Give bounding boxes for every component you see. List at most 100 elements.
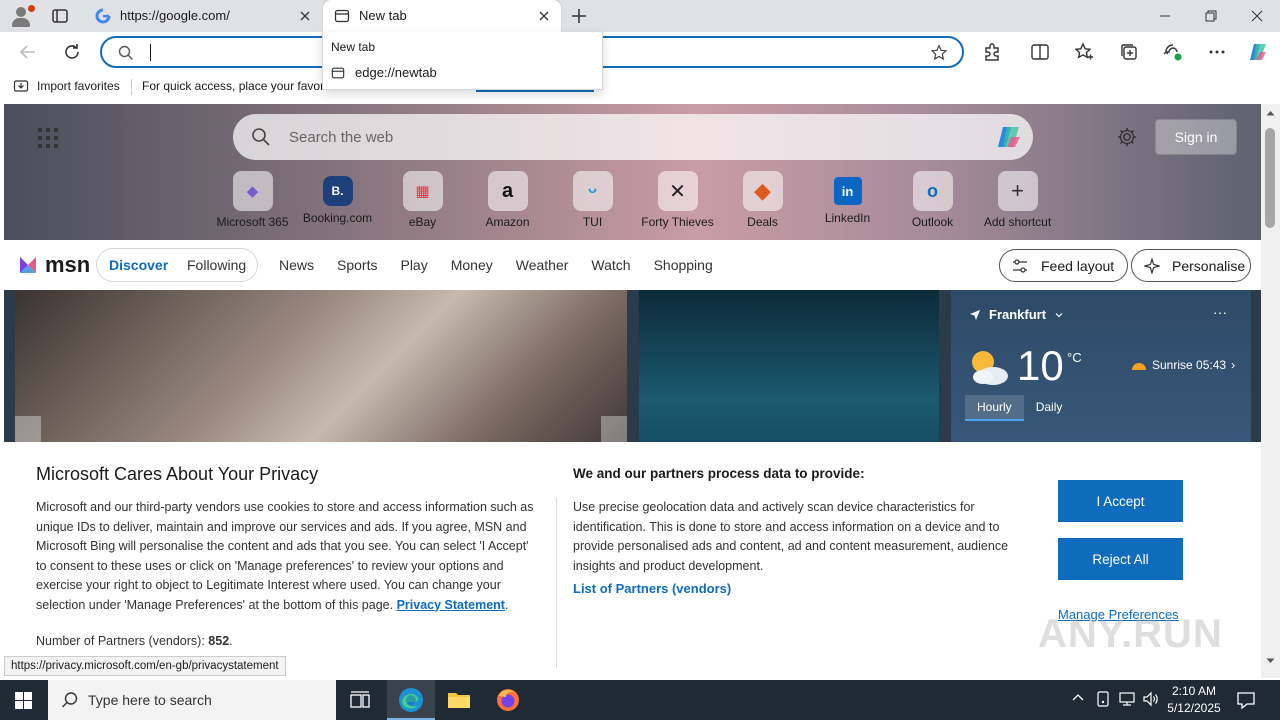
location-arrow-icon bbox=[970, 309, 980, 320]
close-window-button[interactable] bbox=[1234, 0, 1280, 32]
tui-icon: ᵕ bbox=[572, 171, 613, 211]
import-favorites-label: Import favorites bbox=[37, 79, 120, 93]
split-screen-icon[interactable] bbox=[1028, 40, 1052, 64]
sign-in-button[interactable]: Sign in bbox=[1155, 119, 1237, 155]
sunrise-icon bbox=[1132, 363, 1146, 370]
refresh-button[interactable] bbox=[60, 40, 84, 64]
shortcut-label: Microsoft 365 bbox=[216, 215, 289, 229]
network-icon[interactable] bbox=[1118, 690, 1136, 708]
collections-icon[interactable] bbox=[1117, 40, 1141, 64]
msn-nav: News Sports Play Money Weather Watch Sho… bbox=[279, 257, 713, 273]
more-options-icon[interactable]: ··· bbox=[1213, 304, 1227, 320]
tab-hourly[interactable]: Hourly bbox=[965, 395, 1024, 421]
suggestion-newtab[interactable]: edge://newtab bbox=[331, 65, 437, 80]
nav-shopping[interactable]: Shopping bbox=[654, 257, 713, 273]
nav-news[interactable]: News bbox=[279, 257, 314, 273]
system-clock[interactable]: 2:10 AM 5/12/2025 bbox=[1164, 683, 1224, 717]
shortcut-forty-thieves[interactable]: ✕ Forty Thieves bbox=[635, 171, 720, 229]
deals-icon: ◆ bbox=[742, 171, 783, 211]
taskbar-file-explorer[interactable] bbox=[435, 680, 483, 720]
scroll-up-arrow-icon[interactable] bbox=[1266, 110, 1275, 116]
search-icon bbox=[62, 692, 78, 708]
close-tab-icon[interactable] bbox=[297, 8, 313, 24]
shortcut-ebay[interactable]: ▦ eBay bbox=[380, 171, 465, 229]
status-bar-url: https://privacy.microsoft.com/en-gb/priv… bbox=[4, 656, 286, 676]
favorites-icon[interactable] bbox=[1072, 40, 1096, 64]
shortcut-label: Forty Thieves bbox=[641, 215, 714, 229]
settings-gear-icon[interactable] bbox=[1116, 126, 1138, 153]
import-favorites-button[interactable]: Import favorites bbox=[13, 78, 120, 94]
nav-watch[interactable]: Watch bbox=[591, 257, 630, 273]
shortcut-amazon[interactable]: a Amazon bbox=[465, 171, 550, 229]
shortcut-deals[interactable]: ◆ Deals bbox=[720, 171, 805, 229]
taskbar-search[interactable]: Type here to search bbox=[48, 680, 336, 720]
minimize-button[interactable] bbox=[1142, 0, 1188, 32]
web-search-box[interactable]: Search the web bbox=[233, 114, 1033, 160]
forecast-tabs: Hourly Daily bbox=[965, 395, 1074, 421]
device-icon[interactable] bbox=[1095, 690, 1111, 708]
copilot-icon[interactable] bbox=[993, 121, 1025, 153]
shortcut-microsoft-365[interactable]: ◆ Microsoft 365 bbox=[210, 171, 295, 229]
shortcut-add[interactable]: + Add shortcut bbox=[975, 171, 1060, 229]
start-button[interactable] bbox=[0, 680, 48, 720]
browser-essentials-icon[interactable] bbox=[1161, 40, 1185, 64]
close-tab-icon[interactable] bbox=[536, 8, 552, 24]
shortcut-label: Add shortcut bbox=[983, 215, 1052, 229]
weather-location[interactable]: Frankfurt bbox=[969, 307, 1064, 322]
notification-icon[interactable] bbox=[1236, 690, 1256, 710]
vertical-scrollbar[interactable] bbox=[1261, 104, 1280, 678]
shortcut-linkedin[interactable]: in LinkedIn bbox=[805, 171, 890, 229]
tab-actions-icon[interactable] bbox=[50, 6, 70, 26]
tab-new-tab[interactable]: New tab bbox=[323, 0, 561, 32]
favorites-bar: Import favorites For quick access, place… bbox=[0, 72, 1280, 100]
extensions-icon[interactable] bbox=[980, 40, 1004, 64]
tab-daily[interactable]: Daily bbox=[1024, 395, 1075, 421]
google-icon bbox=[95, 8, 111, 24]
favorite-star-icon[interactable] bbox=[930, 44, 948, 67]
volume-icon[interactable] bbox=[1142, 690, 1160, 708]
taskbar-edge[interactable] bbox=[387, 680, 435, 720]
shortcut-label: Booking.com bbox=[302, 211, 373, 225]
back-button[interactable] bbox=[16, 40, 40, 64]
page-icon bbox=[331, 67, 345, 78]
shortcut-label: Amazon bbox=[485, 215, 530, 229]
new-tab-button[interactable] bbox=[569, 6, 589, 26]
personalise-button[interactable]: Personalise bbox=[1131, 249, 1251, 282]
restore-button[interactable] bbox=[1188, 0, 1234, 32]
task-view-icon bbox=[350, 691, 370, 708]
profile-icon[interactable] bbox=[10, 5, 35, 27]
tab-following[interactable]: Following bbox=[187, 257, 246, 273]
shortcut-tui[interactable]: ᵕ TUI bbox=[550, 171, 635, 229]
feed-layout-button[interactable]: Feed layout bbox=[999, 249, 1128, 282]
msn-logo[interactable]: msn bbox=[17, 252, 90, 278]
more-menu-icon[interactable] bbox=[1205, 40, 1229, 64]
scrollbar-thumb[interactable] bbox=[1265, 128, 1275, 228]
nav-weather[interactable]: Weather bbox=[516, 257, 569, 273]
reject-all-button[interactable]: Reject All bbox=[1058, 538, 1183, 580]
sunrise-info[interactable]: Sunrise 05:43 › bbox=[1131, 358, 1235, 372]
folder-icon bbox=[448, 693, 470, 708]
shortcut-booking[interactable]: B. Booking.com bbox=[295, 171, 380, 229]
feed-toggle: Discover Following bbox=[96, 248, 258, 282]
nav-play[interactable]: Play bbox=[400, 257, 427, 273]
taskbar-firefox[interactable] bbox=[484, 680, 532, 720]
feed-layout-label: Feed layout bbox=[1041, 258, 1115, 274]
nav-sports[interactable]: Sports bbox=[337, 257, 377, 273]
accept-button[interactable]: I Accept bbox=[1058, 480, 1183, 522]
partly-cloudy-icon bbox=[972, 351, 1008, 385]
chevron-up-icon[interactable] bbox=[1070, 690, 1086, 706]
anyrun-watermark: ANY.RUN bbox=[1038, 612, 1223, 656]
scroll-down-arrow-icon[interactable] bbox=[1266, 658, 1275, 664]
shortcut-outlook[interactable]: o Outlook bbox=[890, 171, 975, 229]
list-of-partners-link[interactable]: List of Partners (vendors) bbox=[573, 581, 731, 596]
privacy-statement-link[interactable]: Privacy Statement bbox=[397, 598, 505, 612]
omnibox-dropdown: New tab edge://newtab bbox=[322, 32, 603, 90]
partners-count-row: Number of Partners (vendors): 852. bbox=[36, 634, 233, 648]
tab-google[interactable]: https://google.com/ bbox=[84, 0, 322, 32]
task-view-button[interactable] bbox=[336, 680, 384, 720]
copilot-icon[interactable] bbox=[1246, 40, 1270, 64]
nav-money[interactable]: Money bbox=[451, 257, 493, 273]
manage-favorites-link[interactable] bbox=[476, 90, 594, 92]
app-launcher-icon[interactable] bbox=[38, 128, 58, 148]
tab-discover[interactable]: Discover bbox=[109, 257, 168, 273]
